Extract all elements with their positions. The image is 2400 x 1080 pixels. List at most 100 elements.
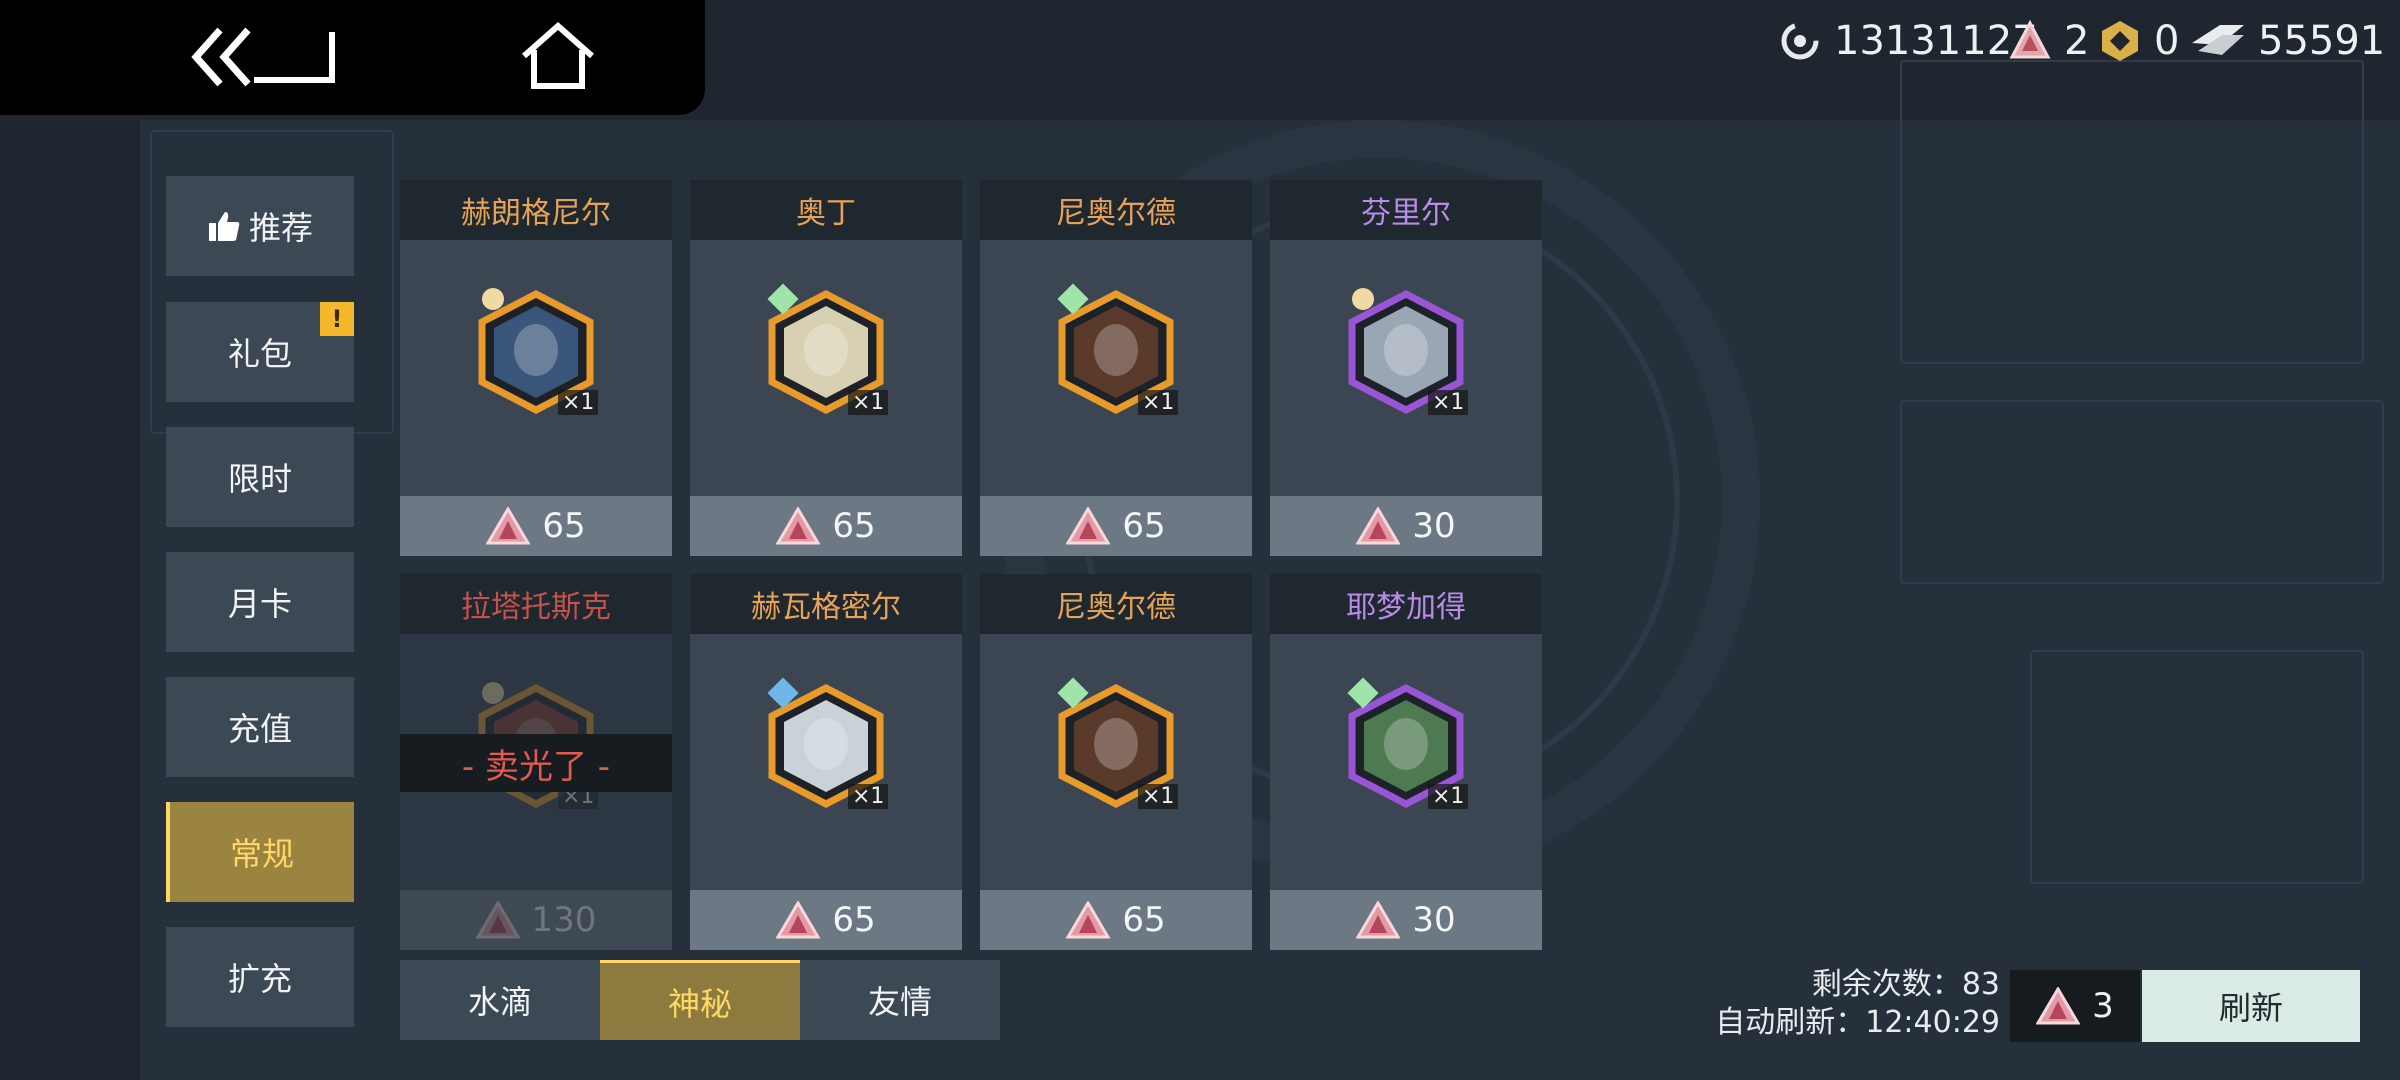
refresh-cost-value: 3	[2092, 986, 2114, 1026]
shop-item-body: ×1	[980, 240, 1252, 496]
shop-item-name: 赫朗格尼尔	[400, 180, 672, 240]
rarity-marker-icon	[482, 288, 504, 310]
shop-item-name: 尼奥尔德	[980, 574, 1252, 634]
item-quantity: ×1	[848, 784, 889, 809]
remaining-count-row: 剩余次数：83	[1715, 966, 2000, 1004]
shop-item-name: 拉塔托斯克	[400, 574, 672, 634]
shop-item-price[interactable]: 130	[400, 890, 672, 950]
item-quantity: ×1	[1138, 390, 1179, 415]
alert-badge: !	[320, 302, 354, 336]
price-value: 65	[1122, 900, 1166, 940]
back-button[interactable]	[190, 22, 340, 92]
sidebar-item-label: 推荐	[248, 209, 313, 247]
rarity-marker-icon	[1352, 288, 1374, 310]
shop-item-price[interactable]: 65	[690, 496, 962, 556]
tab-label: 神秘	[667, 984, 732, 1023]
shop-item-price[interactable]: 65	[980, 496, 1252, 556]
refresh-cost: 3	[2010, 970, 2140, 1042]
double-chevron-left-icon	[191, 27, 335, 87]
shop-item-name: 赫瓦格密尔	[690, 574, 962, 634]
red-gem-icon	[475, 901, 520, 939]
shop-item-body: ×1	[690, 634, 962, 890]
price-value: 65	[542, 506, 586, 546]
shop-item-name: 耶梦加得	[1270, 574, 1542, 634]
price-value: 65	[1122, 506, 1166, 546]
shop-item-body: ×1	[1270, 634, 1542, 890]
currency-gold-badge-value: 0	[2154, 18, 2180, 64]
currency-red-gem-value: 2	[2064, 18, 2090, 64]
item-quantity: ×1	[848, 390, 889, 415]
remaining-count-label: 剩余次数：	[1811, 967, 1962, 1002]
item-quantity: ×1	[1138, 784, 1179, 809]
price-value: 30	[1412, 506, 1456, 546]
sidebar-item-label: 扩充	[227, 960, 292, 998]
red-gem-icon	[1356, 507, 1401, 545]
shop-item-price[interactable]: 30	[1270, 890, 1542, 950]
shop-item-price[interactable]: 30	[1270, 496, 1542, 556]
currency-gold-badge: 0	[2098, 16, 2179, 66]
tab-mystery[interactable]: 神秘	[600, 960, 800, 1040]
currency-red-gem: 2	[2008, 16, 2089, 66]
tab-label: 水滴	[467, 983, 532, 1021]
sidebar-item-label: 限时	[227, 460, 292, 498]
shop-item-card[interactable]: 尼奥尔德 ×1 65	[980, 180, 1252, 556]
top-nav-bar	[0, 0, 705, 115]
shop-item-card[interactable]: 赫瓦格密尔 ×1 65	[690, 574, 962, 950]
sidebar-item-label: 月卡	[227, 585, 292, 623]
price-value: 130	[531, 900, 597, 940]
auto-refresh-row: 自动刷新：12:40:29	[1715, 1004, 2000, 1042]
tab-water-drop[interactable]: 水滴	[400, 960, 600, 1040]
red-gem-icon	[776, 901, 821, 939]
background-panel-decoration	[2030, 650, 2364, 884]
shop-item-card[interactable]: 尼奥尔德 ×1 65	[980, 574, 1252, 950]
background-panel-decoration	[1900, 400, 2384, 584]
tab-friendship[interactable]: 友情	[800, 960, 1000, 1040]
sidebar-item-limited[interactable]: 限时	[166, 427, 354, 527]
red-gem-icon	[1066, 507, 1111, 545]
home-button[interactable]	[520, 21, 596, 92]
home-icon	[522, 21, 594, 89]
auto-refresh-label: 自动刷新：	[1715, 1005, 1866, 1040]
shop-item-price[interactable]: 65	[400, 496, 672, 556]
shop-item-price[interactable]: 65	[980, 890, 1252, 950]
shop-item-card[interactable]: 赫朗格尼尔 ×1 65	[400, 180, 672, 556]
energy-core-icon	[1781, 22, 1819, 60]
shop-item-body: ×1	[980, 634, 1252, 890]
sidebar-item-regular[interactable]: 常规	[166, 802, 354, 902]
remaining-count-value: 83	[1961, 967, 2000, 1002]
sidebar-item-recharge[interactable]: 充值	[166, 677, 354, 777]
sidebar-item-gift-pack[interactable]: 礼包 !	[166, 302, 354, 402]
red-gem-icon	[486, 507, 531, 545]
refresh-button[interactable]: 刷新	[2142, 970, 2360, 1042]
red-gem-icon	[1356, 901, 1401, 939]
item-quantity: ×1	[558, 390, 599, 415]
sidebar-item-monthly-card[interactable]: 月卡	[166, 552, 354, 652]
red-gem-icon	[1066, 901, 1111, 939]
sidebar-item-expand[interactable]: 扩充	[166, 927, 354, 1027]
refresh-info: 剩余次数：83 自动刷新：12:40:29	[1715, 966, 2000, 1042]
wing-icon	[2192, 25, 2244, 55]
shop-item-name: 奥丁	[690, 180, 962, 240]
currency-energy: 13131127	[1778, 16, 2038, 66]
shop-sub-tabs: 水滴 神秘 友情	[400, 960, 1000, 1040]
shop-item-card[interactable]: 芬里尔 ×1 30	[1270, 180, 1542, 556]
tab-label: 友情	[867, 983, 932, 1021]
red-gem-icon	[776, 507, 821, 545]
shop-item-card[interactable]: 耶梦加得 ×1 30	[1270, 574, 1542, 950]
shop-item-price[interactable]: 65	[690, 890, 962, 950]
sidebar-item-label: 礼包	[227, 335, 292, 373]
auto-refresh-time: 12:40:29	[1865, 1005, 2000, 1040]
shop-item-card[interactable]: 奥丁 ×1 65	[690, 180, 962, 556]
thumbs-up-icon	[208, 212, 240, 241]
shop-item-body: ×1	[690, 240, 962, 496]
sidebar-item-label: 常规	[229, 835, 294, 873]
item-quantity: ×1	[1428, 784, 1469, 809]
refresh-button-label: 刷新	[2218, 989, 2283, 1027]
currency-wing: 55591	[2190, 16, 2385, 66]
currency-wing-value: 55591	[2258, 18, 2386, 64]
red-gem-icon	[2036, 987, 2081, 1025]
shop-item-body: ×1	[1270, 240, 1542, 496]
price-value: 65	[832, 900, 876, 940]
sidebar-item-recommend[interactable]: 推荐	[166, 176, 354, 276]
shop-item-card[interactable]: 拉塔托斯克 ×1 130- 卖光了 -	[400, 574, 672, 950]
